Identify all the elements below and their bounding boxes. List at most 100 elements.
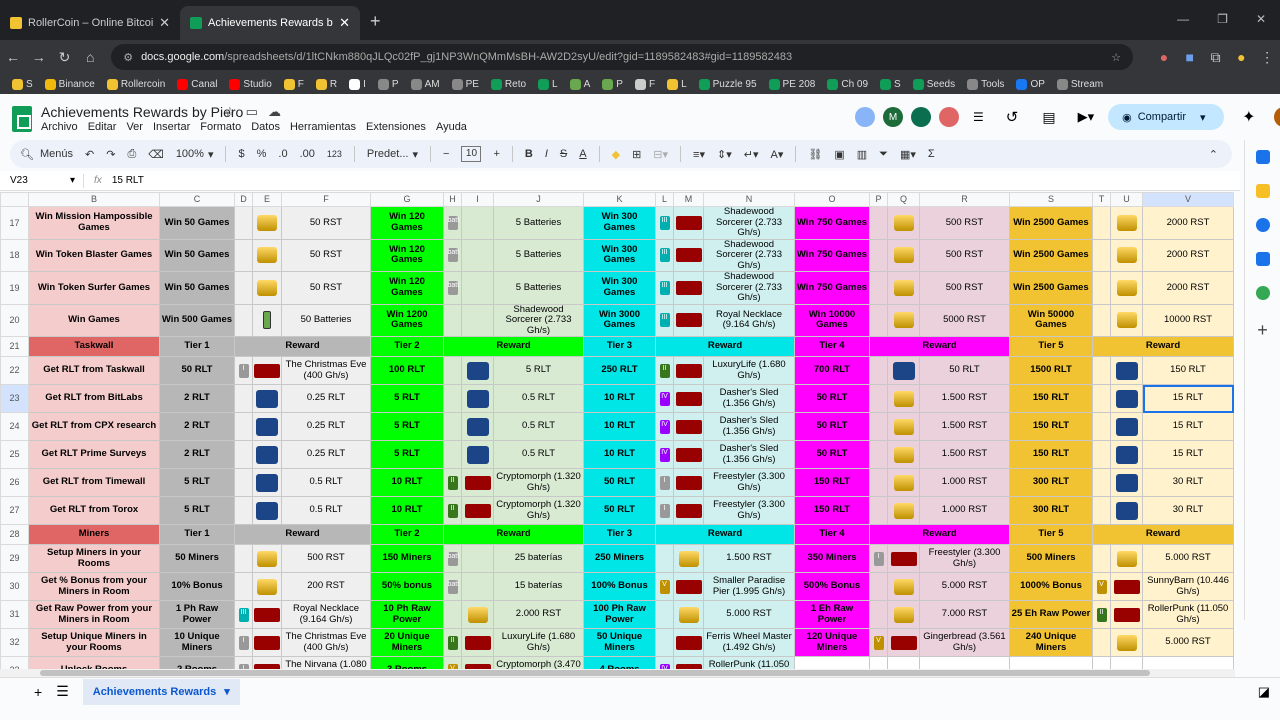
tier-goal-cell[interactable]: 2 RLT bbox=[159, 384, 235, 413]
currency-format-button[interactable]: $ bbox=[238, 148, 244, 160]
bookmark-item[interactable]: Ch 09 bbox=[827, 78, 868, 90]
text-wrap-icon[interactable]: ↵▾ bbox=[744, 148, 759, 161]
rarity-badge-cell[interactable] bbox=[443, 600, 462, 629]
rarity-badge-cell[interactable]: I bbox=[655, 468, 674, 497]
achievement-name-cell[interactable]: Setup Unique Miners in your Rooms bbox=[28, 628, 160, 657]
reward-text-cell[interactable]: Dasher's Sled (1.356 Gh/s) bbox=[703, 384, 795, 413]
rarity-badge-cell[interactable] bbox=[1092, 271, 1111, 305]
reward-icon-cell[interactable] bbox=[461, 412, 494, 441]
maps-icon[interactable] bbox=[1255, 286, 1270, 300]
reward-icon-cell[interactable] bbox=[252, 496, 282, 525]
menu-ver[interactable]: Ver bbox=[126, 121, 143, 133]
row-header[interactable]: 18 bbox=[0, 238, 29, 272]
add-sheet-icon[interactable]: + bbox=[34, 684, 42, 700]
search-menus-icon[interactable]: 🔍︎ bbox=[20, 148, 34, 161]
borders-icon[interactable]: ⊞ bbox=[632, 148, 641, 161]
tier-goal-cell[interactable]: 1 Eh Raw Power bbox=[794, 600, 870, 629]
history-icon[interactable]: ↺ bbox=[1006, 108, 1019, 126]
rarity-badge-cell[interactable] bbox=[234, 544, 253, 573]
tier-goal-cell[interactable]: 1000% Bonus bbox=[1009, 572, 1093, 601]
reward-icon-cell[interactable] bbox=[887, 206, 920, 240]
reward-icon-cell[interactable] bbox=[252, 238, 282, 272]
rarity-badge-cell[interactable] bbox=[234, 496, 253, 525]
column-header[interactable]: V bbox=[1142, 192, 1234, 207]
tier-goal-cell[interactable]: Win 300 Games bbox=[583, 271, 656, 305]
rarity-badge-cell[interactable]: V bbox=[1092, 572, 1111, 601]
reward-icon-cell[interactable] bbox=[252, 628, 282, 657]
reward-icon-cell[interactable] bbox=[252, 600, 282, 629]
reward-icon-cell[interactable] bbox=[673, 572, 704, 601]
reward-icon-cell[interactable] bbox=[887, 440, 920, 469]
bookmark-item[interactable]: Studio bbox=[229, 78, 272, 90]
reward-text-cell[interactable]: 5 RLT bbox=[493, 356, 584, 385]
column-header[interactable]: R bbox=[919, 192, 1010, 207]
reward-text-cell[interactable]: 2.000 RST bbox=[493, 600, 584, 629]
column-header[interactable]: Q bbox=[887, 192, 920, 207]
rarity-badge-cell[interactable] bbox=[443, 412, 462, 441]
reward-icon-cell[interactable] bbox=[1110, 572, 1143, 601]
sheets-logo-icon[interactable] bbox=[12, 106, 32, 132]
rarity-badge-cell[interactable]: V bbox=[443, 656, 462, 669]
tier-goal-cell[interactable]: 3 Rooms bbox=[370, 656, 444, 669]
section-header-cell[interactable]: Tier 1 bbox=[159, 336, 235, 357]
close-window-icon[interactable]: ✕ bbox=[1256, 12, 1266, 26]
rarity-badge-cell[interactable]: II bbox=[443, 468, 462, 497]
reward-text-cell[interactable]: 5.000 RST bbox=[1142, 544, 1234, 573]
rarity-badge-cell[interactable]: batt bbox=[443, 238, 462, 272]
rarity-badge-cell[interactable]: IV bbox=[655, 384, 674, 413]
reward-text-cell[interactable]: Royal Necklace (9.164 Gh/s) bbox=[281, 600, 371, 629]
bookmark-item[interactable]: Stream bbox=[1056, 78, 1103, 90]
reward-text-cell[interactable]: Shadewood Sorcerer (2.733 Gh/s) bbox=[703, 271, 795, 305]
section-header-cell[interactable]: Miners bbox=[28, 524, 160, 545]
reward-text-cell[interactable]: Shadewood Sorcerer (2.733 Gh/s) bbox=[703, 238, 795, 272]
bookmark-item[interactable]: Tools bbox=[967, 78, 1004, 90]
reward-icon-cell[interactable] bbox=[673, 356, 704, 385]
tier-goal-cell[interactable]: 150 RLT bbox=[794, 496, 870, 525]
extensions-puzzle-icon[interactable]: ⧉ bbox=[1203, 49, 1229, 66]
reward-icon-cell[interactable] bbox=[461, 468, 494, 497]
tier-goal-cell[interactable]: Win 2500 Games bbox=[1009, 206, 1093, 240]
reward-text-cell[interactable]: 15 RLT bbox=[1142, 384, 1234, 413]
reward-text-cell[interactable]: 50 Batteries bbox=[281, 303, 371, 337]
tier-goal-cell[interactable]: 10 RLT bbox=[370, 496, 444, 525]
tier-goal-cell[interactable]: Win 120 Games bbox=[370, 238, 444, 272]
sheet-tab-active[interactable]: Achievements Rewards ▾ bbox=[82, 678, 240, 705]
rarity-badge-cell[interactable] bbox=[869, 496, 888, 525]
rarity-badge-cell[interactable] bbox=[1092, 356, 1111, 385]
reward-icon-cell[interactable] bbox=[887, 384, 920, 413]
rarity-badge-cell[interactable]: batt bbox=[443, 206, 462, 240]
rarity-badge-cell[interactable] bbox=[869, 206, 888, 240]
percent-format-button[interactable]: % bbox=[257, 148, 267, 160]
rarity-badge-cell[interactable]: V bbox=[869, 628, 888, 657]
new-tab-icon[interactable]: + bbox=[370, 11, 381, 32]
reward-text-cell[interactable]: 1.500 RST bbox=[919, 440, 1010, 469]
rarity-badge-cell[interactable] bbox=[234, 468, 253, 497]
reward-icon-cell[interactable] bbox=[1110, 206, 1143, 240]
rarity-badge-cell[interactable] bbox=[1092, 412, 1111, 441]
site-info-icon[interactable]: ⚙ bbox=[123, 51, 133, 64]
profile-icon[interactable]: ● bbox=[1228, 49, 1254, 65]
reward-text-cell[interactable]: 10000 RST bbox=[1142, 303, 1234, 337]
print-icon[interactable]: ⎙ bbox=[127, 148, 136, 161]
rarity-badge-cell[interactable] bbox=[234, 412, 253, 441]
rarity-badge-cell[interactable]: II bbox=[443, 628, 462, 657]
reward-icon-cell[interactable] bbox=[461, 544, 494, 573]
reward-text-cell[interactable]: Ferris Wheel Master (1.492 Gh/s) bbox=[703, 628, 795, 657]
reward-text-cell[interactable]: 15 RLT bbox=[1142, 412, 1234, 441]
column-header[interactable]: L bbox=[655, 192, 674, 207]
rarity-badge-cell[interactable]: IV bbox=[655, 656, 674, 669]
rarity-badge-cell[interactable]: II bbox=[443, 496, 462, 525]
rarity-badge-cell[interactable] bbox=[1092, 656, 1111, 669]
collapse-toolbar-icon[interactable]: ⌃ bbox=[1209, 148, 1218, 161]
tier-goal-cell[interactable]: Win 750 Games bbox=[794, 271, 870, 305]
browser-tab-rollercoin[interactable]: RollerCoin – Online Bitcoin Min ✕ bbox=[0, 6, 180, 40]
rarity-badge-cell[interactable] bbox=[443, 356, 462, 385]
reward-icon-cell[interactable] bbox=[887, 412, 920, 441]
tier-goal-cell[interactable]: Win 300 Games bbox=[583, 206, 656, 240]
reward-text-cell[interactable]: 30 RLT bbox=[1142, 496, 1234, 525]
close-tab-icon[interactable]: ✕ bbox=[339, 15, 350, 31]
tier-goal-cell[interactable]: 150 RLT bbox=[794, 468, 870, 497]
section-header-cell[interactable]: Reward bbox=[869, 336, 1010, 357]
tier-goal-cell[interactable]: 150 RLT bbox=[1009, 440, 1093, 469]
text-color-icon[interactable]: A bbox=[579, 148, 586, 160]
